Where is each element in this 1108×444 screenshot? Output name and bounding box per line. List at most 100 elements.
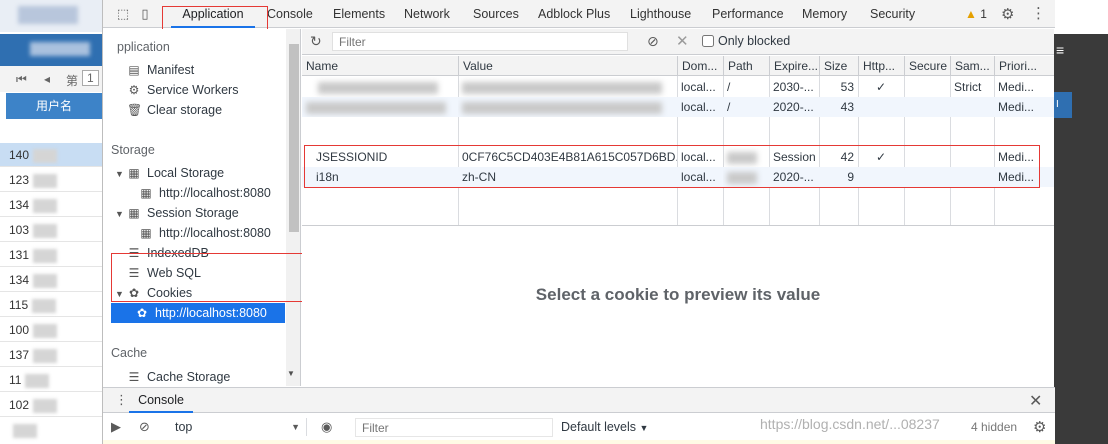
sidebar-item-local-storage[interactable]: ▼ ▦ Local Storage (115, 163, 224, 183)
column-header-value[interactable]: Value (458, 56, 677, 76)
column-header-samesite[interactable]: Sam... (950, 56, 994, 76)
only-blocked-checkbox[interactable]: Only blocked (702, 34, 790, 48)
expand-arrow-icon[interactable]: ▼ (115, 284, 125, 304)
devtools-window: ⬚ ▯ Application Console Elements Network… (102, 0, 1055, 444)
column-header-expires[interactable]: Expire... (769, 56, 819, 76)
tab-console[interactable]: Console (267, 0, 313, 28)
tab-sources[interactable]: Sources (473, 0, 519, 28)
refresh-icon[interactable]: ↻ (310, 33, 322, 50)
clear-console-icon[interactable]: ⊘ (139, 419, 150, 435)
clear-icon[interactable]: ✕ (676, 32, 689, 50)
tab-performance[interactable]: Performance (712, 0, 784, 28)
close-drawer-icon[interactable]: ✕ (1029, 391, 1042, 411)
background-row[interactable]: 102 (0, 393, 102, 417)
background-row[interactable]: 100 (0, 318, 102, 342)
context-select[interactable]: top ▼ (167, 418, 307, 436)
sidebar-item-session-storage[interactable]: ▼ ▦ Session Storage (115, 203, 239, 223)
sidebar-item-service-workers[interactable]: ⚙ Service Workers (127, 80, 239, 100)
sidebar-item-indexeddb[interactable]: ☰ IndexedDB (127, 243, 209, 263)
sidebar-item-cookies-origin[interactable]: ✿ http://localhost:8080 (111, 303, 285, 323)
show-sidebar-icon[interactable]: ▶ (111, 419, 121, 435)
column-header-name[interactable]: Name (302, 56, 458, 76)
background-row[interactable]: 11 (0, 368, 102, 392)
column-header-secure[interactable]: Secure (904, 56, 950, 76)
inspect-element-icon[interactable]: ⬚ (115, 6, 131, 22)
only-blocked-checkbox-input[interactable] (702, 35, 714, 47)
sidebar-item-label: Cache Storage (147, 370, 231, 384)
tab-lighthouse[interactable]: Lighthouse (630, 0, 691, 28)
tab-adblock-plus[interactable]: Adblock Plus (538, 0, 610, 28)
tab-network[interactable]: Network (404, 0, 450, 28)
hamburger-icon[interactable]: ≡ (1056, 42, 1064, 58)
table-row[interactable]: i18n zh-CN local... 2020-... 9 Medi... (302, 167, 1054, 187)
device-toolbar-icon[interactable]: ▯ (137, 6, 153, 22)
context-select-value: top (175, 420, 193, 434)
table-row[interactable]: JSESSIONID 0CF76C5CD403E4B81A615C057D6BD… (302, 147, 1054, 167)
first-page-icon[interactable]: ⏮ (16, 72, 27, 87)
cookie-preview-message: Select a cookie to preview its value (535, 285, 821, 304)
sidebar-item-session-storage-origin[interactable]: ▦ http://localhost:8080 (139, 223, 271, 243)
background-row[interactable]: 140 (0, 143, 102, 167)
pager-input[interactable]: 1 (82, 70, 99, 86)
sidebar-item-cache-storage[interactable]: ☰ Cache Storage (127, 367, 231, 386)
sidebar-scrollbar-thumb[interactable] (289, 44, 299, 232)
console-filter-input[interactable] (355, 418, 553, 437)
column-header-httponly[interactable]: Http... (858, 56, 904, 76)
background-row[interactable]: 123 (0, 168, 102, 192)
cookie-secure-cell (904, 77, 950, 97)
table-row[interactable]: local... / 2030-... 53 ✓ Strict Medi... (302, 77, 1054, 97)
scroll-down-arrow-icon[interactable]: ▼ (287, 369, 295, 378)
warnings-badge[interactable]: ▲ 1 (965, 7, 987, 21)
database-icon: ☰ (128, 266, 140, 280)
drawer-tab-console[interactable]: Console (129, 388, 193, 413)
sidebar-item-label: http://localhost:8080 (155, 306, 267, 320)
console-settings-gear-icon[interactable]: ⚙ (1033, 418, 1046, 436)
sidebar-item-local-storage-origin[interactable]: ▦ http://localhost:8080 (139, 183, 271, 203)
cookie-expires-cell: 2030-... (773, 80, 814, 94)
background-row-text: 137 (9, 348, 30, 362)
cookie-expires-cell: Session (773, 150, 816, 164)
tab-application[interactable]: Application (171, 0, 255, 28)
sidebar-item-websql[interactable]: ☰ Web SQL (127, 263, 201, 283)
background-row[interactable]: 103 (0, 218, 102, 242)
column-header-domain[interactable]: Dom... (677, 56, 723, 76)
block-icon[interactable]: ⊘ (647, 33, 659, 50)
trash-icon: 🗑 (127, 103, 143, 117)
background-row[interactable]: 137 (0, 343, 102, 367)
log-levels-dropdown[interactable]: Default levels ▼ (561, 420, 648, 434)
cookie-expires-cell: 2020-... (773, 100, 814, 114)
background-row[interactable]: 134 (0, 268, 102, 292)
eye-icon[interactable]: ◉ (321, 419, 332, 435)
expand-arrow-icon[interactable]: ▼ (115, 204, 125, 224)
sidebar-item-clear-storage[interactable]: 🗑 Clear storage (127, 100, 222, 120)
sidebar-item-label: Session Storage (147, 206, 239, 220)
background-blurred-title (18, 6, 78, 24)
column-header-priority[interactable]: Priori... (994, 56, 1054, 76)
prev-page-icon[interactable]: ◂ (44, 72, 50, 86)
settings-gear-icon[interactable]: ⚙ (1001, 5, 1014, 23)
column-header-path[interactable]: Path (723, 56, 769, 76)
expand-arrow-icon[interactable]: ▼ (115, 164, 125, 184)
table-row[interactable]: local... / 2020-... 43 Medi... (302, 97, 1054, 117)
column-header-size[interactable]: Size (819, 56, 858, 76)
more-options-icon[interactable]: ⋮ (1031, 4, 1046, 22)
sidebar-item-label: Web SQL (147, 266, 201, 280)
tab-elements[interactable]: Elements (333, 0, 385, 28)
sidebar-item-label: Clear storage (147, 103, 223, 117)
document-icon: ▤ (128, 63, 140, 77)
background-row-text: 100 (9, 323, 30, 337)
cookie-filter-input[interactable] (332, 32, 628, 51)
background-row[interactable] (0, 418, 102, 442)
background-row[interactable]: 134 (0, 193, 102, 217)
tab-memory[interactable]: Memory (802, 0, 847, 28)
sidebar-item-manifest[interactable]: ▤ Manifest (127, 60, 194, 80)
cookie-samesite-cell: Strict (954, 80, 982, 94)
drawer-menu-icon[interactable]: ⋮ (115, 392, 128, 408)
background-row-text: 134 (9, 273, 30, 287)
tab-security[interactable]: Security (870, 0, 915, 28)
redacted-block (318, 81, 438, 94)
sidebar-item-label: http://localhost:8080 (159, 186, 271, 200)
sidebar-item-cookies[interactable]: ▼ ✿ Cookies (115, 283, 192, 303)
background-row[interactable]: 131 (0, 243, 102, 267)
background-row[interactable]: 115 (0, 293, 102, 317)
